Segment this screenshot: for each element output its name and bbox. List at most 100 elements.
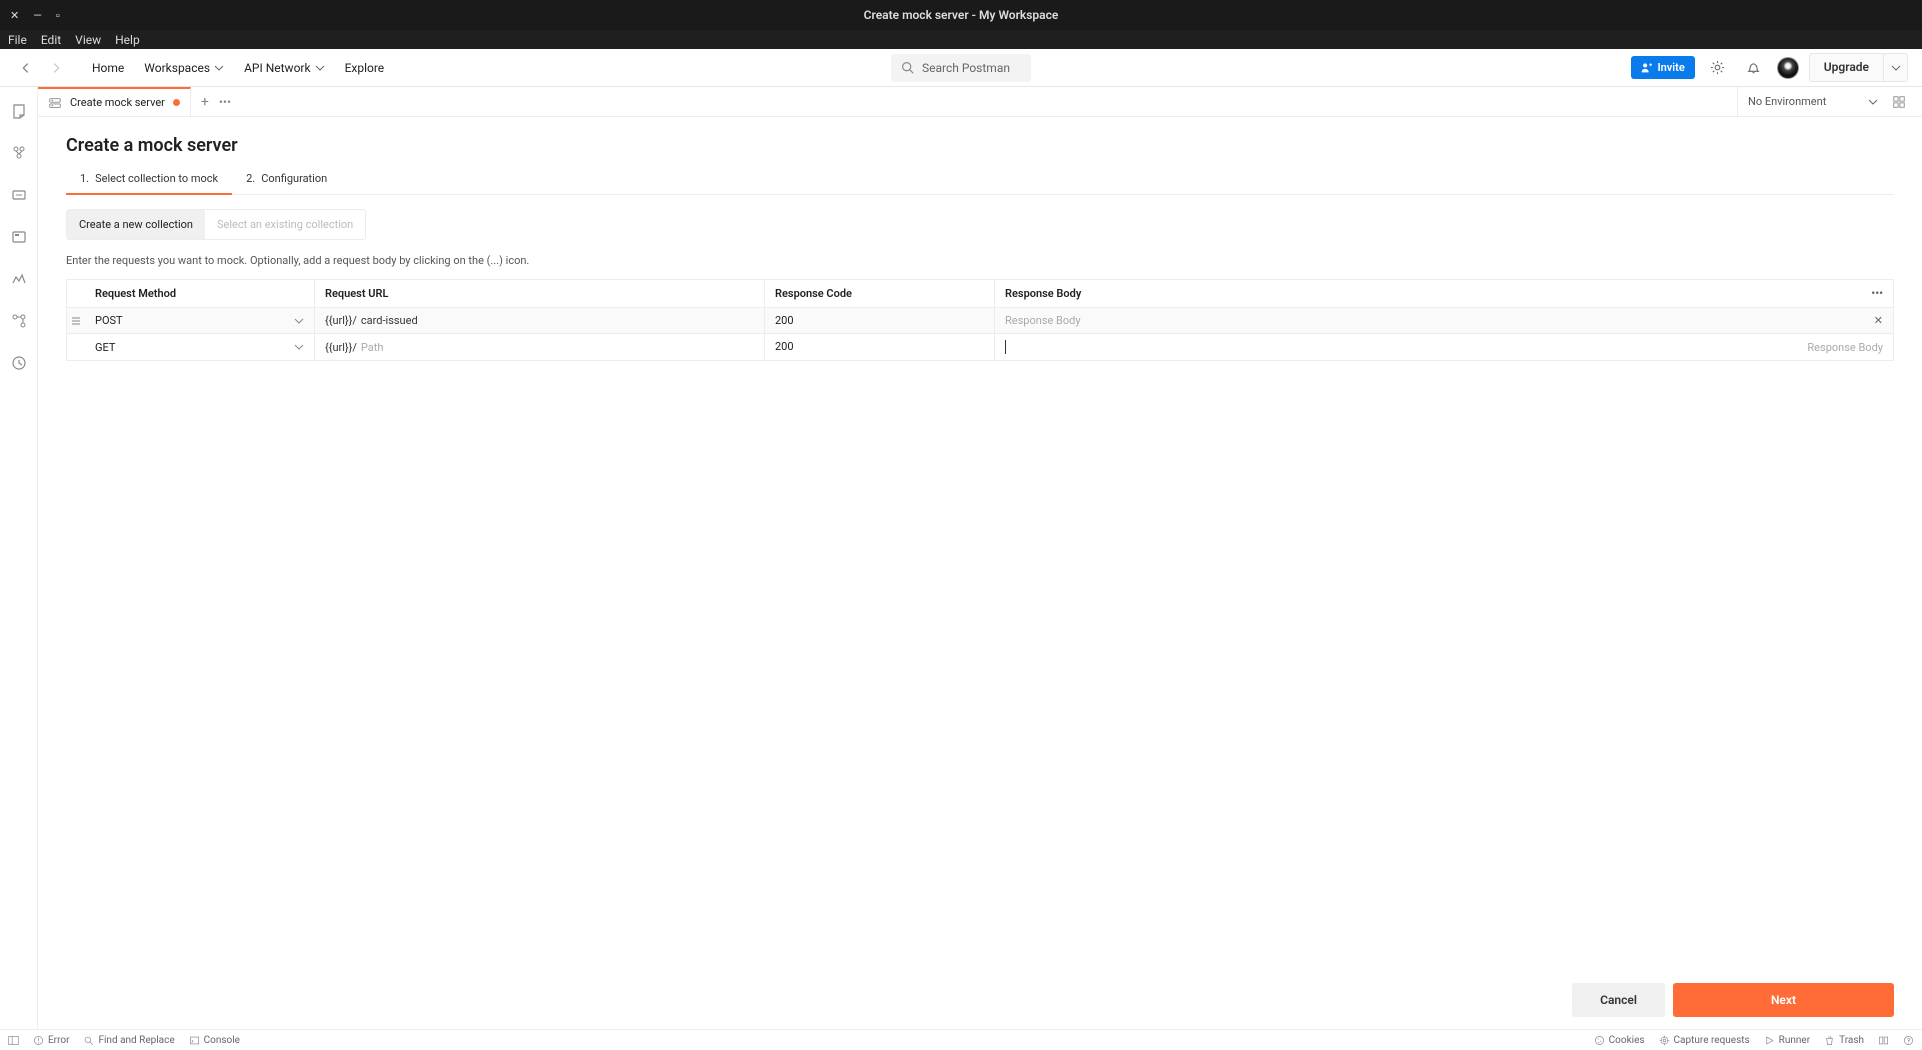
person-plus-icon (1641, 62, 1652, 73)
grid-header-row: Request Method Request URL Response Code… (67, 280, 1893, 308)
scratchpad-icon (11, 103, 27, 119)
menu-help[interactable]: Help (115, 33, 140, 47)
next-button[interactable]: Next (1673, 983, 1894, 1017)
status-capture-requests[interactable]: Capture requests (1659, 1035, 1750, 1046)
nav-forward-button[interactable] (44, 56, 68, 80)
environment-quicklook-button[interactable] (1886, 89, 1912, 115)
help-icon (1903, 1035, 1914, 1046)
unsaved-dot-icon (173, 99, 180, 106)
response-body-input[interactable]: Response Body (995, 334, 1893, 360)
api-icon (11, 187, 27, 203)
status-cookies[interactable]: Cookies (1594, 1035, 1645, 1046)
grid-row: GET {{url}}/ Path 200 Response Body (67, 334, 1893, 360)
chevron-down-icon (315, 63, 325, 73)
header-method: Request Method (85, 280, 315, 307)
upgrade-button[interactable]: Upgrade (1809, 53, 1884, 82)
url-input[interactable]: {{url}}/ card-issued (315, 308, 765, 333)
method-select[interactable]: POST (85, 308, 315, 333)
url-input[interactable]: {{url}}/ Path (315, 334, 765, 360)
tab-options-button[interactable]: ••• (219, 95, 231, 109)
environment-selector[interactable]: No Environment (1748, 95, 1878, 108)
page-title: Create a mock server (66, 135, 1894, 156)
variables-icon (1892, 95, 1906, 109)
nav-api-network[interactable]: API Network (244, 61, 325, 75)
window-minimize-icon[interactable]: — (33, 9, 42, 22)
sidebar-scratchpad[interactable] (5, 97, 33, 125)
new-tab-button[interactable]: + (201, 94, 209, 110)
response-body-input[interactable]: Response Body ✕ (995, 308, 1893, 333)
status-find-replace[interactable]: Find and Replace (83, 1035, 174, 1046)
arrow-left-icon (23, 63, 27, 72)
header-body: Response Body ••• (995, 280, 1893, 307)
invite-button[interactable]: Invite (1631, 56, 1694, 79)
header-code: Response Code (765, 280, 995, 307)
status-two-pane[interactable] (1878, 1035, 1889, 1046)
chevron-down-icon (1891, 63, 1901, 73)
monitor-icon (11, 271, 27, 287)
requests-grid: Request Method Request URL Response Code… (66, 279, 1894, 361)
settings-button[interactable] (1705, 55, 1731, 81)
response-code-input[interactable]: 200 (765, 308, 995, 333)
left-sidebar (0, 87, 38, 1029)
status-runner[interactable]: Runner (1764, 1035, 1810, 1046)
status-console[interactable]: Console (189, 1035, 240, 1046)
layout-icon (1878, 1035, 1889, 1046)
sidebar-collections[interactable] (5, 139, 33, 167)
notifications-button[interactable] (1741, 55, 1767, 81)
trash-icon (1824, 1035, 1835, 1046)
sidebar-history[interactable] (5, 349, 33, 377)
upgrade-dropdown[interactable] (1884, 53, 1908, 82)
cancel-button[interactable]: Cancel (1572, 983, 1665, 1017)
text-cursor-icon (1005, 340, 1006, 354)
error-icon (33, 1035, 44, 1046)
row-drag-handle[interactable] (67, 308, 85, 333)
search-input[interactable]: Search Postman (891, 54, 1031, 82)
panel-icon (8, 1035, 19, 1046)
nav-explore[interactable]: Explore (345, 61, 385, 75)
server-icon (48, 96, 62, 110)
header-url: Request URL (315, 280, 765, 307)
nav-home[interactable]: Home (92, 61, 124, 75)
search-icon (901, 61, 914, 74)
menu-edit[interactable]: Edit (41, 33, 61, 47)
chevron-down-icon (294, 316, 304, 326)
nav-back-button[interactable] (14, 56, 38, 80)
status-bar: Error Find and Replace Console Cookies C… (0, 1029, 1922, 1050)
cookie-icon (1594, 1035, 1605, 1046)
collection-source-tabs: Create a new collection Select an existi… (66, 209, 366, 240)
nav-workspaces[interactable]: Workspaces (144, 61, 224, 75)
tab-create-mock-server[interactable]: Create mock server (38, 87, 191, 116)
status-help[interactable] (1903, 1035, 1914, 1046)
wizard-steps: 1. Select collection to mock 2. Configur… (66, 164, 1894, 195)
method-select[interactable]: GET (85, 334, 315, 360)
menu-view[interactable]: View (75, 33, 101, 47)
window-close-icon[interactable]: ✕ (10, 9, 19, 22)
response-code-input[interactable]: 200 (765, 334, 995, 360)
step-select-collection[interactable]: 1. Select collection to mock (66, 164, 232, 195)
row-delete-button[interactable]: ✕ (1874, 314, 1883, 327)
step-configuration[interactable]: 2. Configuration (232, 164, 341, 194)
tab-select-existing-collection[interactable]: Select an existing collection (205, 210, 365, 239)
search-placeholder: Search Postman (922, 61, 1010, 75)
status-error[interactable]: Error (33, 1035, 69, 1046)
tab-create-new-collection[interactable]: Create a new collection (67, 210, 205, 239)
chevron-down-icon (1868, 97, 1878, 107)
capture-icon (1659, 1035, 1670, 1046)
window-maximize-icon[interactable]: ▫ (56, 9, 60, 22)
sidebar-environments[interactable] (5, 223, 33, 251)
status-trash[interactable]: Trash (1824, 1035, 1864, 1046)
top-toolbar: Home Workspaces API Network Explore Sear… (0, 49, 1922, 87)
sidebar-monitors[interactable] (5, 265, 33, 293)
sidebar-flows[interactable] (5, 307, 33, 335)
status-sidebar-toggle[interactable] (8, 1035, 19, 1046)
user-avatar[interactable] (1777, 57, 1799, 79)
window-title: Create mock server - My Workspace (864, 8, 1059, 22)
sidebar-apis[interactable] (5, 181, 33, 209)
chevron-down-icon (294, 342, 304, 352)
drag-icon (71, 316, 81, 326)
history-icon (11, 355, 27, 371)
tab-label: Create mock server (70, 96, 165, 109)
menu-file[interactable]: File (8, 33, 27, 47)
grid-options-button[interactable]: ••• (1871, 287, 1883, 300)
bell-icon (1746, 60, 1761, 75)
